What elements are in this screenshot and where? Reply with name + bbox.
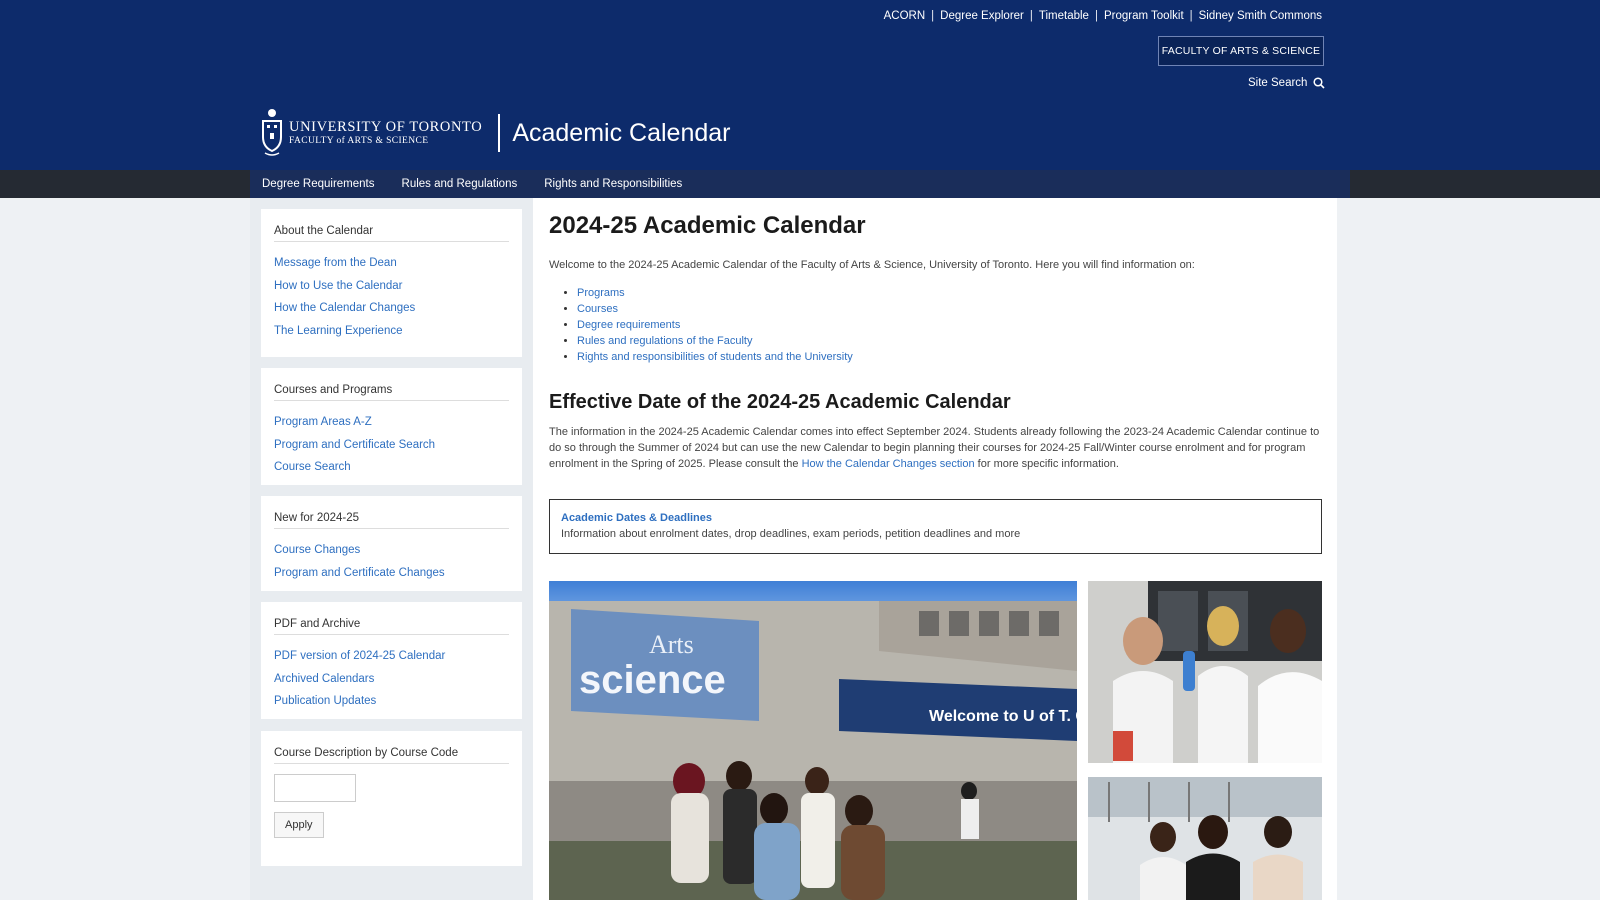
lab-photo-illustration (1088, 581, 1322, 763)
sidebar-link-course-changes[interactable]: Course Changes (274, 539, 509, 562)
sidebar-link-program-changes[interactable]: Program and Certificate Changes (274, 562, 509, 585)
uoft-crest-logo (262, 109, 282, 156)
site-search-label: Site Search (1248, 77, 1308, 89)
util-link-degree-explorer[interactable]: Degree Explorer (940, 10, 1024, 22)
apply-button[interactable]: Apply (274, 812, 324, 838)
sidebar-link-program-search[interactable]: Program and Certificate Search (274, 434, 509, 457)
academic-dates-link[interactable]: Academic Dates & Deadlines (561, 512, 1310, 524)
uoft-wordmark: UNIVERSITY OF TORONTO FACULTY of ARTS & … (289, 120, 482, 146)
separator: | (1029, 10, 1033, 22)
photo-banner-text-2: science (579, 658, 726, 702)
util-link-sidney-smith[interactable]: Sidney Smith Commons (1199, 10, 1322, 22)
list-item: Degree requirements (577, 317, 853, 333)
sidebar-section-course-code: Course Description by Course Code Apply (261, 731, 522, 866)
link-programs[interactable]: Programs (577, 287, 625, 299)
sidebar-section-new: New for 2024-25 Course Changes Program a… (261, 496, 522, 591)
campus-photo-illustration: Arts science Welcome to U of T. Come an (549, 581, 1077, 900)
brand-divider (498, 114, 501, 152)
students-photo-illustration (1088, 777, 1322, 900)
separator: | (1189, 10, 1193, 22)
sidebar-heading: Courses and Programs (274, 368, 509, 401)
sidebar-link-publication-updates[interactable]: Publication Updates (274, 690, 509, 713)
sidebar-heading: Course Description by Course Code (274, 731, 509, 764)
photo-banner-text-1: Arts (649, 630, 694, 659)
sidebar-heading: New for 2024-25 (274, 496, 509, 529)
util-link-acorn[interactable]: ACORN (884, 10, 926, 22)
lab-photo (1088, 581, 1322, 763)
site-search-button[interactable]: Site Search (1248, 77, 1326, 89)
list-item: Rules and regulations of the Faculty (577, 333, 853, 349)
sidebar-section-courses: Courses and Programs Program Areas A-Z P… (261, 368, 522, 485)
sidebar-heading: PDF and Archive (274, 602, 509, 635)
separator: | (931, 10, 935, 22)
separator: | (1094, 10, 1098, 22)
main-nav-inner: Degree Requirements Rules and Regulation… (250, 170, 1350, 198)
sidebar-link-pdf-version[interactable]: PDF version of 2024-25 Calendar (274, 645, 509, 668)
effective-date-text: The information in the 2024-25 Academic … (549, 424, 1324, 472)
sidebar-link-how-changes[interactable]: How the Calendar Changes (274, 297, 509, 320)
utility-links: ACORN | Degree Explorer | Timetable | Pr… (884, 10, 1322, 22)
campus-photo: Arts science Welcome to U of T. Come an (549, 581, 1077, 900)
sidebar-link-course-search[interactable]: Course Search (274, 456, 509, 479)
sidebar-link-message-dean[interactable]: Message from the Dean (274, 252, 509, 275)
sidebar-section-about: About the Calendar Message from the Dean… (261, 209, 522, 357)
util-link-timetable[interactable]: Timetable (1039, 10, 1089, 22)
link-calendar-changes-section[interactable]: How the Calendar Changes section (802, 458, 975, 470)
effective-text-part-2: for more specific information. (977, 458, 1119, 470)
academic-dates-description: Information about enrolment dates, drop … (561, 528, 1021, 540)
link-degree-requirements[interactable]: Degree requirements (577, 319, 680, 331)
link-rights-responsibilities[interactable]: Rights and responsibilities of students … (577, 351, 853, 363)
link-rules-regulations[interactable]: Rules and regulations of the Faculty (577, 335, 753, 347)
sidebar-link-archived[interactable]: Archived Calendars (274, 668, 509, 691)
course-code-input[interactable] (274, 774, 356, 802)
sidebar-heading: About the Calendar (274, 209, 509, 242)
faculty-button[interactable]: FACULTY OF ARTS & SCIENCE (1158, 36, 1324, 66)
sidebar-link-program-areas[interactable]: Program Areas A-Z (274, 411, 509, 434)
effective-date-heading: Effective Date of the 2024-25 Academic C… (549, 391, 1011, 413)
sidebar-section-pdf: PDF and Archive PDF version of 2024-25 C… (261, 602, 522, 719)
brand[interactable]: UNIVERSITY OF TORONTO FACULTY of ARTS & … (261, 108, 731, 158)
list-item: Rights and responsibilities of students … (577, 349, 853, 365)
academic-dates-card[interactable]: Academic Dates & Deadlines Information a… (549, 499, 1322, 554)
intro-text: Welcome to the 2024-25 Academic Calendar… (549, 259, 1195, 271)
brand-line-1: UNIVERSITY OF TORONTO (289, 119, 483, 135)
list-item: Programs (577, 285, 853, 301)
search-icon (1313, 77, 1326, 89)
link-courses[interactable]: Courses (577, 303, 618, 315)
students-photo (1088, 777, 1322, 900)
nav-rules-and-regulations[interactable]: Rules and Regulations (402, 178, 518, 190)
list-item: Courses (577, 301, 853, 317)
sidebar-link-how-to-use[interactable]: How to Use the Calendar (274, 275, 509, 298)
util-link-program-toolkit[interactable]: Program Toolkit (1104, 10, 1184, 22)
brand-line-2: FACULTY of ARTS & SCIENCE (289, 135, 429, 146)
calendar-title: Academic Calendar (512, 118, 731, 147)
sidebar-link-learning-experience[interactable]: The Learning Experience (274, 320, 509, 343)
main-nav: Degree Requirements Rules and Regulation… (0, 170, 1600, 198)
site-header: ACORN | Degree Explorer | Timetable | Pr… (0, 0, 1600, 170)
page-title: 2024-25 Academic Calendar (549, 212, 866, 239)
intro-links: Programs Courses Degree requirements Rul… (577, 285, 853, 365)
nav-degree-requirements[interactable]: Degree Requirements (262, 178, 375, 190)
nav-rights-and-responsibilities[interactable]: Rights and Responsibilities (544, 178, 682, 190)
photo-welcome-text: Welcome to U of T. Come an (929, 708, 1077, 725)
